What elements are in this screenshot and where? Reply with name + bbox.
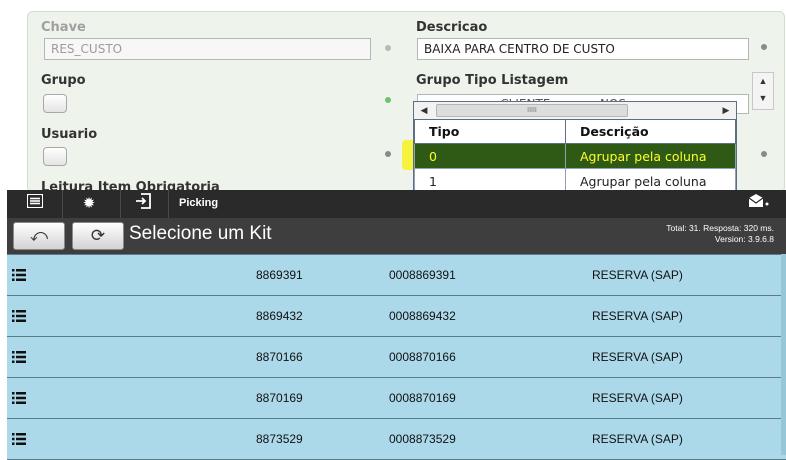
- app-title: Picking: [179, 197, 219, 209]
- col-descricao-header: Descrição: [565, 119, 736, 144]
- top-toolbar: ✹ Picking: [7, 190, 786, 219]
- list-icon[interactable]: [12, 268, 26, 282]
- notification-icon[interactable]: [746, 193, 770, 215]
- usuario-checkbox[interactable]: [43, 147, 67, 166]
- scroll-down-icon[interactable]: ▼: [753, 90, 773, 107]
- descricao-status-dot: [761, 44, 767, 50]
- grupo-checkbox[interactable]: [43, 94, 67, 113]
- kit-type: RESERVA (SAP): [592, 309, 683, 323]
- kit-code: 8870169: [256, 391, 303, 405]
- col-tipo-header: Tipo: [414, 119, 566, 144]
- back-icon: ⤺: [29, 226, 49, 245]
- kit-full-code: 0008869432: [389, 309, 456, 323]
- kit-type: RESERVA (SAP): [592, 432, 683, 446]
- grupo-status-dot: [385, 97, 391, 103]
- kit-code: 8870166: [256, 350, 303, 364]
- kit-full-code: 0008870169: [389, 391, 456, 405]
- page-title: Selecione um Kit: [129, 223, 272, 244]
- descricao-cell[interactable]: Agrupar pela coluna: [565, 143, 736, 169]
- toolbar-divider: [62, 190, 63, 218]
- chave-label: Chave: [41, 20, 86, 35]
- usuario-status-dot: [385, 151, 391, 157]
- grupo-label: Grupo: [41, 73, 86, 88]
- scroll-right-icon[interactable]: ▶: [718, 102, 734, 118]
- list-item[interactable]: 8869391 0008869391 RESERVA (SAP): [7, 254, 786, 296]
- descricao-label: Descricao: [416, 20, 488, 35]
- kit-type: RESERVA (SAP): [592, 391, 683, 405]
- stats-version: Version: 3.9.6.8: [714, 234, 774, 244]
- dropdown-row[interactable]: 0 Agrupar pela coluna: [414, 143, 736, 169]
- list-icon[interactable]: [12, 391, 26, 405]
- list-item[interactable]: 8869432 0008869432 RESERVA (SAP): [7, 296, 786, 337]
- stats-info: Total: 31. Resposta: 320 ms. Version: 3.…: [666, 223, 774, 245]
- refresh-icon: ⟳: [90, 226, 106, 245]
- kit-full-code: 0008873529: [389, 432, 456, 446]
- tipo-cell[interactable]: 0: [414, 143, 566, 169]
- list-item[interactable]: 8870166 0008870166 RESERVA (SAP): [7, 337, 786, 378]
- tipo-status-dot: [761, 151, 767, 157]
- kit-full-code: 0008869391: [389, 268, 456, 282]
- usuario-label: Usuario: [41, 127, 98, 142]
- descricao-field[interactable]: BAIXA PARA CENTRO DE CUSTO: [417, 38, 749, 60]
- list-item[interactable]: 8870169 0008870169 RESERVA (SAP): [7, 378, 786, 419]
- list-item[interactable]: 8873529 0008873529 RESERVA (SAP): [7, 419, 786, 460]
- stats-total: Total: 31. Resposta: 320 ms.: [666, 223, 774, 233]
- kit-full-code: 0008870166: [389, 350, 456, 364]
- exit-icon[interactable]: [131, 193, 155, 215]
- scroll-left-icon[interactable]: ◀: [416, 102, 432, 118]
- dropdown-table: Tipo Descrição 0 Agrupar pela coluna 1 A…: [414, 119, 736, 194]
- header-bar: ⤺ ⟳ Selecione um Kit Total: 31. Resposta…: [7, 218, 786, 254]
- menu-icon[interactable]: [23, 193, 47, 215]
- kit-type: RESERVA (SAP): [592, 268, 683, 282]
- list-edge: [781, 254, 786, 455]
- kit-list: 8869391 0008869391 RESERVA (SAP) 8869432…: [7, 254, 786, 460]
- kit-code: 8869432: [256, 309, 303, 323]
- grupo-tipo-label: Grupo Tipo Listagem: [416, 73, 569, 88]
- toolbar-divider: [120, 190, 121, 218]
- picking-app: ✹ Picking ⤺ ⟳ Selecione um Kit Total: 31…: [7, 190, 786, 460]
- scroll-thumb[interactable]: IIIII: [436, 104, 628, 117]
- chave-status-dot: [385, 45, 391, 51]
- combo-vertical-scrollbar[interactable]: ▲ ▼: [752, 72, 774, 110]
- dropdown-horizontal-scrollbar[interactable]: ◀ IIIII ▶: [414, 102, 736, 120]
- back-button[interactable]: ⤺: [13, 222, 65, 250]
- kit-type: RESERVA (SAP): [592, 350, 683, 364]
- chave-field[interactable]: RES_CUSTO: [44, 38, 371, 60]
- toolbar-divider: [168, 190, 169, 218]
- kit-code: 8869391: [256, 268, 303, 282]
- kit-code: 8873529: [256, 432, 303, 446]
- gear-icon[interactable]: ✹: [77, 193, 101, 215]
- refresh-button[interactable]: ⟳: [72, 222, 124, 250]
- list-icon[interactable]: [12, 309, 26, 323]
- list-icon[interactable]: [12, 350, 26, 364]
- grupo-tipo-dropdown: ◀ IIIII ▶ Tipo Descrição 0 Agrupar pela …: [413, 101, 737, 196]
- scroll-up-icon[interactable]: ▲: [753, 73, 773, 90]
- list-icon[interactable]: [12, 432, 26, 446]
